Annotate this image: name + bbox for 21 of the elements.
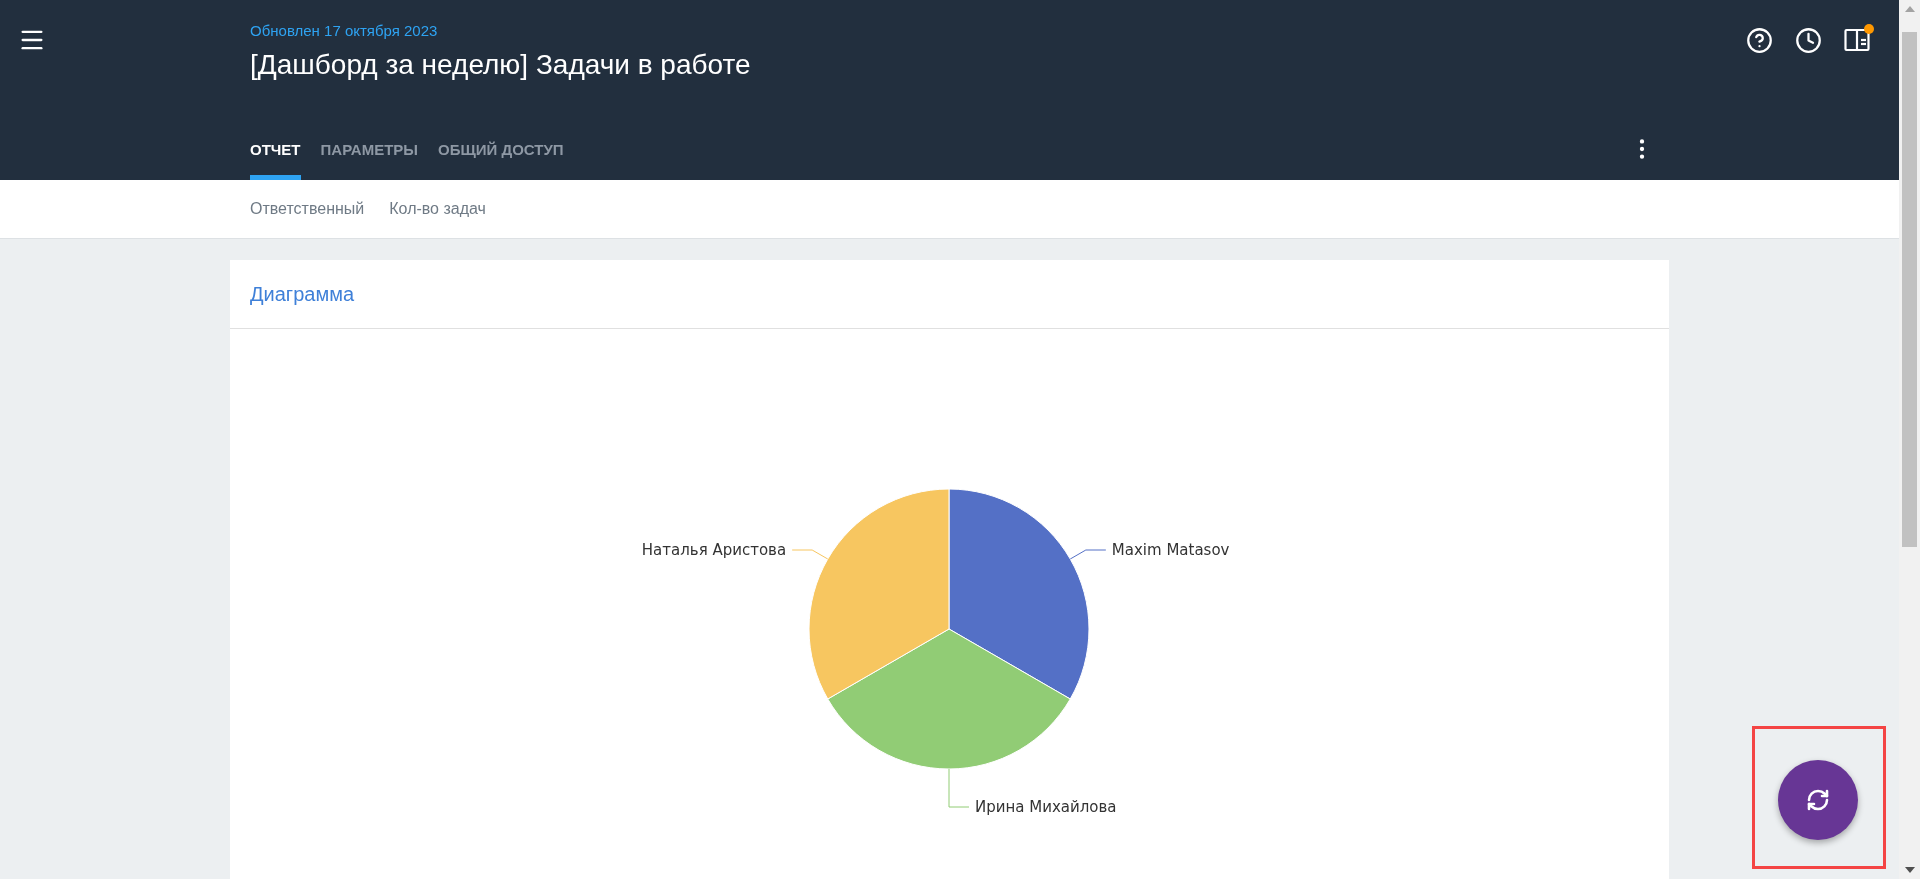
field-label: Ответственный (250, 200, 365, 218)
leader-line (1069, 549, 1107, 560)
help-icon[interactable] (1745, 26, 1773, 54)
clock-icon[interactable] (1794, 26, 1822, 54)
slice-label: Наталья Аристова (641, 541, 787, 559)
field-label: Кол-во задач (389, 200, 486, 218)
panel-icon[interactable] (1843, 26, 1871, 54)
tab[interactable]: ПАРАМЕТРЫ (320, 141, 419, 180)
report-title: [Дашборд за неделю] Задачи в работе (250, 49, 752, 81)
slice-label: Maxim Matasov (1111, 541, 1230, 559)
scroll-down-icon[interactable] (1904, 867, 1915, 873)
scroll-thumb[interactable] (1902, 32, 1917, 547)
leader-line (791, 549, 829, 560)
slice-label: Ирина Михайлова (975, 798, 1117, 816)
refresh-icon (1806, 788, 1830, 812)
refresh-button[interactable] (1778, 760, 1858, 840)
tab[interactable]: ОБЩИЙ ДОСТУП (438, 141, 564, 180)
scrollbar[interactable] (1899, 0, 1920, 879)
card-title: Диаграмма (250, 282, 354, 306)
leader-line (948, 768, 970, 808)
updated-date: Обновлен 17 октября 2023 (250, 22, 439, 39)
